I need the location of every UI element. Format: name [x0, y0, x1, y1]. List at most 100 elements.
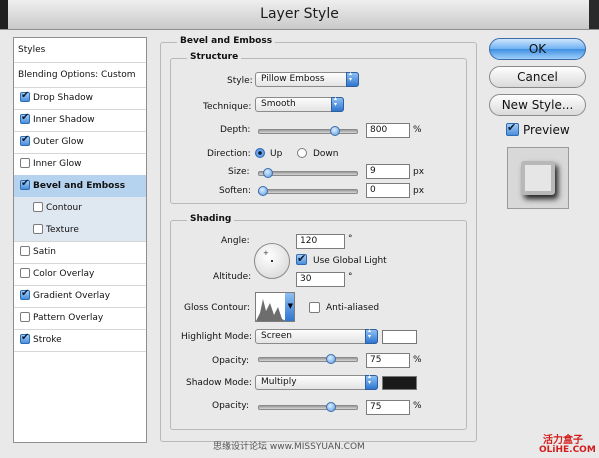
- sidebar-item-checkbox[interactable]: [20, 246, 30, 256]
- sidebar-item-gradient-overlay[interactable]: Gradient Overlay: [14, 285, 146, 308]
- highlight-opacity-label: Opacity:: [212, 356, 249, 366]
- sidebar-item-checkbox[interactable]: [20, 112, 30, 124]
- direction-up-label: Up: [270, 149, 283, 159]
- sidebar-item-color-overlay[interactable]: Color Overlay: [14, 263, 146, 286]
- sidebar-item-label: Gradient Overlay: [33, 291, 111, 301]
- shadow-opacity-input[interactable]: 75: [366, 400, 410, 415]
- angle-crosshair-icon: +: [263, 249, 269, 257]
- bevel-emboss-title: Bevel and Emboss: [177, 36, 276, 46]
- sidebar-item-inner-glow[interactable]: Inner Glow: [14, 153, 146, 176]
- altitude-unit: °: [348, 272, 353, 282]
- technique-select[interactable]: Smooth: [255, 96, 344, 112]
- highlight-opacity-track[interactable]: [258, 357, 358, 362]
- cancel-button[interactable]: Cancel: [489, 66, 586, 88]
- blending-options-item[interactable]: Blending Options: Custom: [14, 63, 146, 88]
- sidebar-item-inner-shadow[interactable]: Inner Shadow: [14, 109, 146, 132]
- sidebar-item-label: Inner Glow: [33, 159, 82, 169]
- sidebar-item-bevel-and-emboss[interactable]: Bevel and Emboss: [14, 175, 146, 198]
- preview-thumbnail: [507, 147, 569, 209]
- sidebar-item-checkbox[interactable]: [20, 268, 30, 278]
- style-select[interactable]: Pillow Emboss: [255, 71, 359, 87]
- bevel-preview-icon: [521, 161, 555, 195]
- size-slider-track[interactable]: [258, 171, 358, 176]
- angle-input[interactable]: 120: [296, 234, 345, 249]
- sidebar-item-texture[interactable]: Texture: [14, 219, 146, 242]
- shadow-mode-select[interactable]: Multiply: [255, 374, 378, 390]
- anti-aliased-label: Anti-aliased: [326, 303, 380, 313]
- sidebar-item-stroke[interactable]: Stroke: [14, 329, 146, 352]
- angle-dial[interactable]: +: [254, 243, 290, 279]
- soften-input[interactable]: 0: [366, 183, 410, 198]
- highlight-mode-label: Highlight Mode:: [181, 332, 253, 342]
- styles-header[interactable]: Styles: [14, 38, 146, 63]
- shadow-opacity-thumb[interactable]: [325, 402, 336, 412]
- depth-unit: %: [413, 125, 422, 135]
- sidebar-item-checkbox[interactable]: [33, 224, 43, 234]
- new-style-button[interactable]: New Style...: [489, 94, 586, 116]
- altitude-input[interactable]: 30: [296, 272, 345, 287]
- anti-aliased-checkbox[interactable]: [309, 302, 320, 313]
- ok-button[interactable]: OK: [489, 38, 586, 60]
- preview-label: Preview: [523, 123, 570, 137]
- angle-unit: °: [348, 234, 353, 244]
- title-bar: Layer Style: [0, 0, 599, 30]
- sidebar-item-checkbox[interactable]: [20, 90, 30, 102]
- soften-label: Soften:: [219, 186, 252, 196]
- dial-center-icon: [271, 260, 273, 262]
- soften-slider-track[interactable]: [258, 189, 358, 194]
- watermark-logo-text: 活力盒子: [543, 435, 583, 446]
- sidebar-item-contour[interactable]: Contour: [14, 197, 146, 220]
- layer-style-dialog: Layer Style Styles Blending Options: Cus…: [0, 0, 599, 458]
- gloss-contour-picker[interactable]: ▼: [255, 292, 295, 322]
- watermark-text: 思缘设计论坛 www.MISSYUAN.COM: [213, 442, 365, 452]
- depth-slider-thumb[interactable]: [330, 126, 340, 136]
- sidebar-item-checkbox[interactable]: [33, 202, 43, 212]
- sidebar-item-checkbox[interactable]: [20, 178, 30, 190]
- technique-label: Technique:: [203, 102, 252, 112]
- shadow-opacity-track[interactable]: [258, 405, 358, 410]
- sidebar-item-label: Drop Shadow: [33, 93, 94, 103]
- style-label: Style:: [227, 76, 253, 86]
- sidebar-item-satin[interactable]: Satin: [14, 241, 146, 264]
- size-input[interactable]: 9: [366, 164, 410, 179]
- contour-curve-icon: [256, 299, 286, 321]
- highlight-opacity-input[interactable]: 75: [366, 353, 410, 368]
- highlight-opacity-unit: %: [413, 355, 422, 365]
- background-edge: [589, 0, 599, 29]
- angle-label: Angle:: [221, 236, 250, 246]
- sidebar-item-checkbox[interactable]: [20, 134, 30, 146]
- soften-slider-thumb[interactable]: [258, 186, 268, 196]
- direction-label: Direction:: [207, 149, 251, 159]
- sidebar-item-label: Texture: [46, 225, 79, 235]
- direction-down-radio[interactable]: [297, 148, 307, 158]
- dialog-title: Layer Style: [260, 6, 339, 22]
- triangle-down-icon: ▼: [287, 302, 293, 310]
- depth-slider-track[interactable]: [258, 129, 358, 134]
- sidebar-item-drop-shadow[interactable]: Drop Shadow: [14, 87, 146, 110]
- global-light-label: Use Global Light: [313, 256, 387, 266]
- sidebar-item-outer-glow[interactable]: Outer Glow: [14, 131, 146, 154]
- sidebar-item-pattern-overlay[interactable]: Pattern Overlay: [14, 307, 146, 330]
- direction-up-radio[interactable]: [255, 148, 265, 158]
- sidebar-item-checkbox[interactable]: [20, 158, 30, 168]
- shading-group: [170, 220, 467, 430]
- sidebar-item-checkbox[interactable]: [20, 312, 30, 322]
- watermark-url: OLiHE.COM: [539, 445, 596, 455]
- size-unit: px: [413, 167, 425, 177]
- shadow-color-swatch[interactable]: [382, 376, 417, 390]
- altitude-label: Altitude:: [213, 272, 252, 282]
- preview-checkbox[interactable]: [506, 121, 519, 136]
- highlight-opacity-thumb[interactable]: [325, 354, 336, 364]
- shading-label: Shading: [187, 214, 235, 224]
- structure-label: Structure: [187, 52, 242, 62]
- sidebar-item-label: Inner Shadow: [33, 115, 95, 125]
- highlight-mode-select[interactable]: Screen: [255, 328, 378, 344]
- highlight-color-swatch[interactable]: [382, 330, 417, 344]
- sidebar-item-checkbox[interactable]: [20, 332, 30, 344]
- depth-input[interactable]: 800: [366, 123, 410, 138]
- soften-unit: px: [413, 186, 425, 196]
- depth-label: Depth:: [220, 125, 251, 135]
- global-light-checkbox[interactable]: [296, 252, 307, 265]
- shadow-mode-label: Shadow Mode:: [186, 378, 252, 388]
- sidebar-item-checkbox[interactable]: [20, 288, 30, 300]
